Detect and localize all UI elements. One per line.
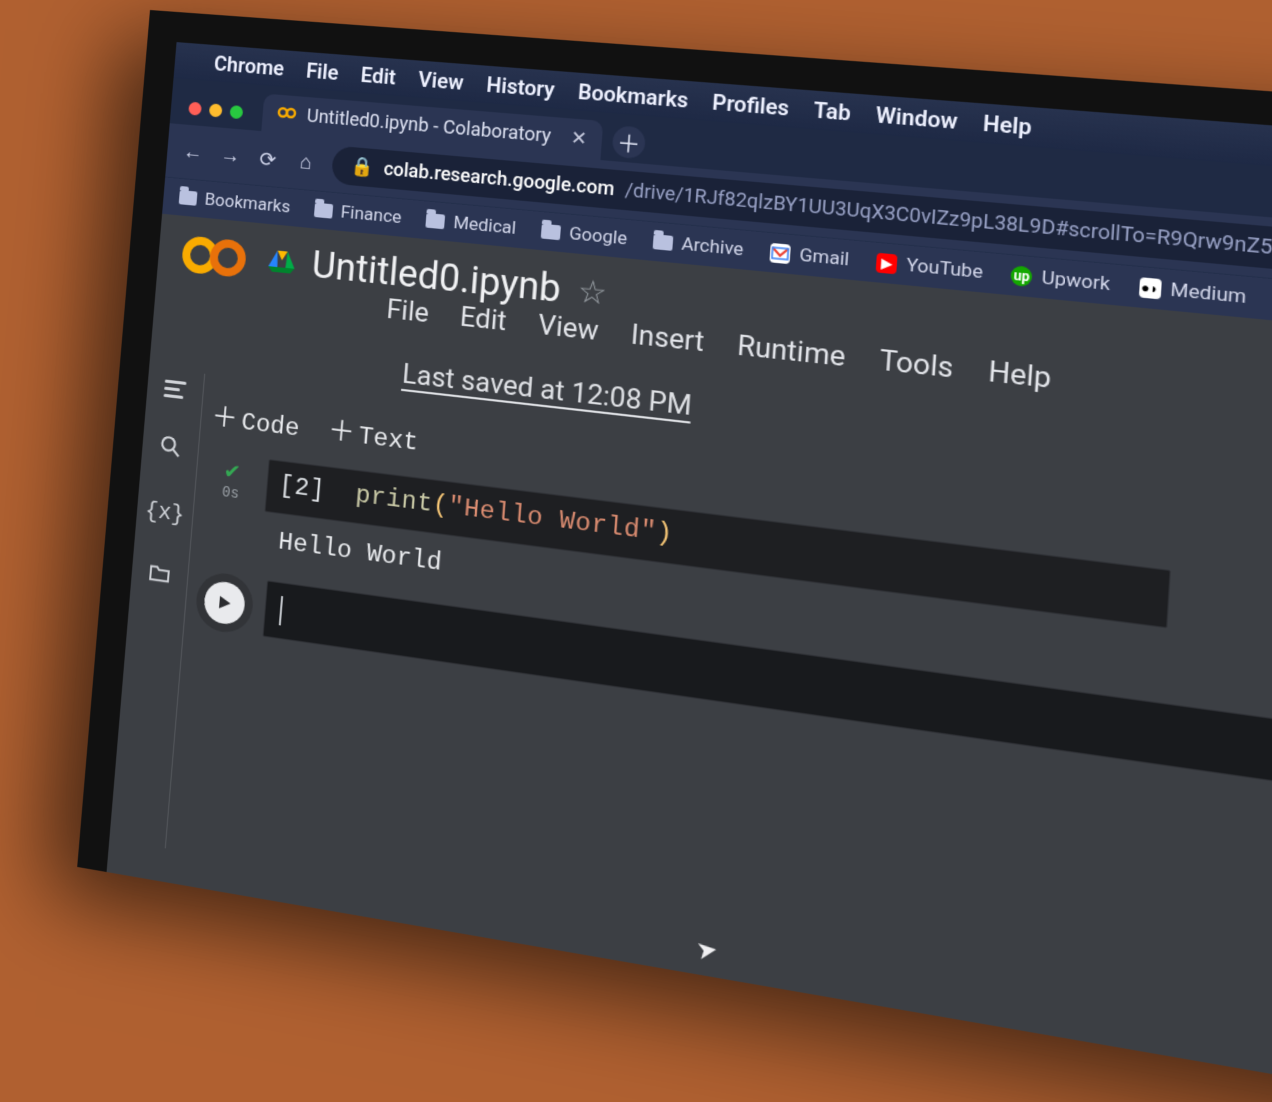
- bookmark-label: Archive: [681, 234, 745, 261]
- menubar-item-tab[interactable]: Tab: [813, 97, 852, 126]
- variables-icon[interactable]: {x}: [144, 498, 185, 529]
- code-token: print: [354, 481, 434, 519]
- bookmark-label: Medium: [1170, 279, 1247, 309]
- add-code-button[interactable]: ＋Code: [210, 395, 301, 444]
- tab-favicon: [276, 103, 298, 126]
- folder-icon: [426, 213, 446, 229]
- colab-menu-help[interactable]: Help: [987, 356, 1052, 396]
- search-icon[interactable]: [158, 433, 182, 464]
- colab-menu-edit[interactable]: Edit: [459, 301, 508, 337]
- minimize-window-icon[interactable]: [209, 103, 223, 117]
- menubar-item-file[interactable]: File: [305, 58, 339, 85]
- maximize-window-icon[interactable]: [229, 105, 243, 119]
- youtube-icon: ▶: [876, 253, 898, 275]
- bookmark-label: Google: [568, 223, 627, 250]
- menubar-item-profiles[interactable]: Profiles: [711, 89, 790, 121]
- lock-icon: 🔒: [350, 155, 375, 179]
- bookmark-link-medium[interactable]: ●◗ Medium: [1138, 276, 1247, 309]
- code-token: ): [655, 519, 674, 550]
- colab-app: Untitled0.ipynb ☆ File Edit View Insert …: [107, 214, 1272, 1102]
- menubar-item-bookmarks[interactable]: Bookmarks: [577, 79, 689, 113]
- colab-menu-file[interactable]: File: [385, 294, 430, 330]
- bookmark-link-youtube[interactable]: ▶ YouTube: [876, 252, 984, 284]
- reload-icon[interactable]: ⟳: [255, 146, 281, 173]
- menubar-item-view[interactable]: View: [417, 67, 464, 95]
- bookmark-folder[interactable]: Archive: [652, 231, 744, 261]
- bookmark-folder[interactable]: Google: [541, 221, 628, 250]
- exec-count: [2]: [278, 472, 326, 506]
- cell-status: ✔ 0s: [205, 456, 259, 506]
- bookmark-link-gmail[interactable]: Gmail: [769, 242, 849, 271]
- new-tab-button[interactable]: ＋: [611, 125, 646, 159]
- laptop-screen: Chrome File Edit View History Bookmarks …: [77, 10, 1272, 1102]
- tab-close-icon[interactable]: ✕: [570, 127, 588, 150]
- colab-logo-icon[interactable]: [179, 230, 250, 283]
- bookmark-label: Gmail: [799, 244, 850, 270]
- folder-icon: [179, 190, 198, 206]
- bookmark-folder[interactable]: Bookmarks: [178, 187, 291, 218]
- star-icon[interactable]: ☆: [577, 272, 609, 312]
- colab-menu-view[interactable]: View: [537, 309, 600, 347]
- folder-icon: [653, 234, 674, 251]
- colab-menu-tools[interactable]: Tools: [879, 344, 955, 385]
- bookmark-label: Finance: [340, 202, 402, 228]
- check-icon: ✔: [223, 458, 242, 487]
- add-text-button[interactable]: ＋Text: [327, 409, 420, 458]
- medium-icon: ●◗: [1138, 277, 1161, 299]
- drive-icon: [267, 248, 297, 275]
- bookmark-label: Upwork: [1041, 267, 1111, 296]
- menubar-item-help[interactable]: Help: [982, 110, 1032, 140]
- run-cell-button[interactable]: [203, 579, 246, 626]
- folder-icon: [314, 203, 333, 219]
- bookmark-folder[interactable]: Finance: [314, 200, 403, 229]
- home-icon[interactable]: ⌂: [293, 148, 319, 176]
- files-icon[interactable]: [148, 561, 172, 590]
- text-caret: [279, 596, 283, 625]
- menubar-item-history[interactable]: History: [486, 72, 556, 102]
- folder-icon: [541, 224, 561, 241]
- exec-duration: 0s: [221, 485, 239, 504]
- toc-icon[interactable]: [163, 379, 186, 399]
- url-host: colab.research.google.com: [383, 158, 615, 200]
- gmail-icon: [770, 243, 792, 264]
- menubar-app[interactable]: Chrome: [213, 51, 285, 81]
- bookmark-folder[interactable]: Medical: [425, 210, 516, 239]
- window-controls: [183, 93, 254, 130]
- menubar-item-edit[interactable]: Edit: [360, 62, 397, 89]
- colab-menu-insert[interactable]: Insert: [630, 319, 705, 359]
- forward-icon[interactable]: →: [217, 142, 243, 169]
- menubar-item-window[interactable]: Window: [875, 102, 959, 135]
- bookmark-label: Bookmarks: [204, 189, 291, 217]
- upwork-icon: up: [1010, 265, 1033, 287]
- bookmark-label: Medical: [452, 212, 516, 239]
- close-window-icon[interactable]: [188, 102, 202, 116]
- back-icon[interactable]: ←: [180, 138, 206, 165]
- bookmark-label: YouTube: [906, 254, 984, 283]
- bookmark-link-upwork[interactable]: up Upwork: [1010, 264, 1111, 296]
